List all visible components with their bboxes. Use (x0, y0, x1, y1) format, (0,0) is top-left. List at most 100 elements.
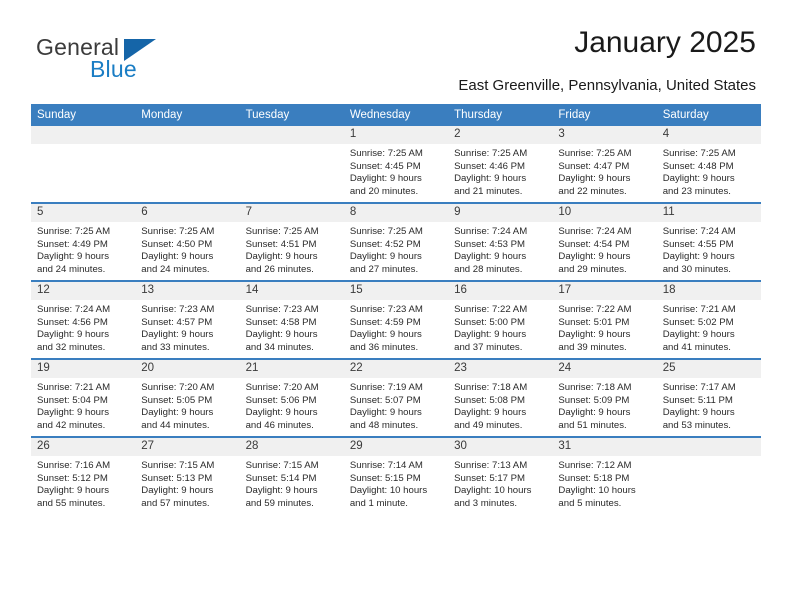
day-number: 22 (343, 361, 449, 378)
sunrise-time: Sunrise: 7:25 AM (662, 148, 736, 159)
calendar-day-cell[interactable]: 3 Sunrise: 7:25 AM Sunset: 4:47 PM Daylight… (552, 126, 657, 203)
daylight-duration-line2: and 27 minutes. (349, 263, 419, 275)
daylight-duration-line1: Daylight: 9 hours (37, 407, 109, 419)
day-details: Sunrise: 7:12 AM Sunset: 5:18 PM Daylight:… (552, 456, 656, 510)
calendar-day-cell-empty (135, 126, 240, 203)
sunrise-time: Sunrise: 7:25 AM (141, 226, 215, 237)
sunrise-time: Sunrise: 7:17 AM (662, 382, 736, 393)
day-details: Sunrise: 7:14 AM Sunset: 5:15 PM Daylight:… (344, 456, 448, 510)
calendar-week-row: 26 Sunrise: 7:16 AM Sunset: 5:12 PM Dayligh… (31, 436, 761, 514)
calendar-day-cell[interactable]: 7 Sunrise: 7:25 AM Sunset: 4:51 PM Daylight… (239, 202, 344, 281)
daylight-duration-line1: Daylight: 10 hours (454, 485, 532, 497)
day-details: Sunrise: 7:25 AM Sunset: 4:52 PM Daylight:… (344, 222, 448, 276)
daylight-duration-line2: and 42 minutes. (37, 419, 106, 431)
daylight-duration-line1: Daylight: 9 hours (37, 485, 109, 497)
calendar-day-cell[interactable]: 18 Sunrise: 7:21 AM Sunset: 5:02 PM Dayligh… (656, 280, 761, 359)
day-number: 5 (31, 205, 136, 222)
day-details: Sunrise: 7:15 AM Sunset: 5:13 PM Daylight:… (135, 456, 239, 510)
day-details: Sunrise: 7:22 AM Sunset: 5:00 PM Daylight:… (448, 300, 552, 354)
day-details: Sunrise: 7:25 AM Sunset: 4:49 PM Daylight:… (31, 222, 135, 276)
calendar-day-cell[interactable]: 16 Sunrise: 7:22 AM Sunset: 5:00 PM Dayligh… (448, 280, 553, 359)
sunrise-time: Sunrise: 7:23 AM (245, 304, 319, 315)
day-number: 27 (135, 439, 240, 456)
calendar-day-cell[interactable]: 8 Sunrise: 7:25 AM Sunset: 4:52 PM Daylight… (343, 202, 449, 281)
day-number: 18 (656, 283, 761, 300)
generalblue-logo[interactable]: General Blue (36, 36, 176, 84)
daylight-duration-line2: and 22 minutes. (558, 185, 627, 197)
sunset-time: Sunset: 5:01 PM (558, 316, 630, 328)
day-details: Sunrise: 7:23 AM Sunset: 4:59 PM Daylight:… (344, 300, 448, 354)
daylight-duration-line2: and 30 minutes. (662, 263, 731, 275)
calendar-day-cell[interactable]: 15 Sunrise: 7:23 AM Sunset: 4:59 PM Dayligh… (343, 280, 449, 359)
day-number: 24 (552, 361, 657, 378)
calendar-day-cell[interactable]: 29 Sunrise: 7:14 AM Sunset: 5:15 PM Dayligh… (343, 436, 449, 514)
sunset-time: Sunset: 5:18 PM (558, 472, 630, 484)
calendar-day-cell-empty (656, 436, 761, 514)
day-number: 9 (448, 205, 553, 222)
day-details: Sunrise: 7:16 AM Sunset: 5:12 PM Daylight:… (31, 456, 135, 510)
calendar-page: General Blue January 2025 East Greenvill… (0, 0, 792, 612)
daylight-duration-line1: Daylight: 9 hours (558, 407, 631, 419)
calendar-day-cell[interactable]: 4 Sunrise: 7:25 AM Sunset: 4:48 PM Daylight… (656, 126, 761, 203)
sunset-time: Sunset: 5:07 PM (349, 394, 421, 406)
daylight-duration-line1: Daylight: 10 hours (558, 485, 636, 497)
sunset-time: Sunset: 5:08 PM (454, 394, 526, 406)
day-number: 3 (552, 126, 657, 144)
calendar-day-cell[interactable]: 21 Sunrise: 7:20 AM Sunset: 5:06 PM Dayligh… (239, 358, 344, 437)
calendar-day-cell[interactable]: 1 Sunrise: 7:25 AM Sunset: 4:45 PM Daylight… (343, 126, 449, 203)
calendar-week-row: 1 Sunrise: 7:25 AM Sunset: 4:45 PM Daylight… (31, 126, 761, 203)
calendar-day-cell[interactable]: 19 Sunrise: 7:21 AM Sunset: 5:04 PM Dayligh… (31, 358, 136, 437)
day-number: 13 (135, 283, 240, 300)
sunset-time: Sunset: 4:57 PM (141, 316, 213, 328)
daylight-duration-line1: Daylight: 9 hours (662, 329, 735, 341)
calendar-day-cell[interactable]: 13 Sunrise: 7:23 AM Sunset: 4:57 PM Dayligh… (135, 280, 240, 359)
day-number: 11 (656, 205, 761, 222)
sunrise-time: Sunrise: 7:15 AM (245, 460, 319, 471)
day-number: 30 (448, 439, 553, 456)
calendar-day-cell[interactable]: 26 Sunrise: 7:16 AM Sunset: 5:12 PM Dayligh… (31, 436, 136, 514)
daylight-duration-line2: and 29 minutes. (558, 263, 627, 275)
sunrise-time: Sunrise: 7:13 AM (454, 460, 528, 471)
calendar-day-cell[interactable]: 14 Sunrise: 7:23 AM Sunset: 4:58 PM Dayligh… (239, 280, 344, 359)
day-details: Sunrise: 7:25 AM Sunset: 4:47 PM Daylight:… (552, 144, 656, 198)
sunset-time: Sunset: 4:46 PM (454, 160, 526, 172)
sunrise-time: Sunrise: 7:22 AM (558, 304, 632, 315)
calendar-day-cell[interactable]: 12 Sunrise: 7:24 AM Sunset: 4:56 PM Dayligh… (31, 280, 136, 359)
daylight-duration-line1: Daylight: 10 hours (349, 485, 428, 497)
day-details: Sunrise: 7:25 AM Sunset: 4:48 PM Daylight:… (657, 144, 761, 198)
calendar-day-cell[interactable]: 6 Sunrise: 7:25 AM Sunset: 4:50 PM Daylight… (135, 202, 240, 281)
daylight-duration-line1: Daylight: 9 hours (662, 407, 735, 419)
calendar-day-cell[interactable]: 27 Sunrise: 7:15 AM Sunset: 5:13 PM Dayligh… (135, 436, 240, 514)
calendar-day-cell[interactable]: 25 Sunrise: 7:17 AM Sunset: 5:11 PM Dayligh… (656, 358, 761, 437)
calendar-day-cell[interactable]: 22 Sunrise: 7:19 AM Sunset: 5:07 PM Dayligh… (343, 358, 449, 437)
page-title: January 2025 (574, 26, 756, 59)
daylight-duration-line2: and 5 minutes. (558, 497, 622, 509)
calendar-day-cell[interactable]: 10 Sunrise: 7:24 AM Sunset: 4:54 PM Dayligh… (552, 202, 657, 281)
calendar-day-cell[interactable]: 30 Sunrise: 7:13 AM Sunset: 5:17 PM Dayligh… (448, 436, 553, 514)
day-details: Sunrise: 7:20 AM Sunset: 5:06 PM Daylight:… (240, 378, 344, 432)
daylight-duration-line2: and 26 minutes. (245, 263, 314, 275)
day-details: Sunrise: 7:17 AM Sunset: 5:11 PM Daylight:… (657, 378, 761, 432)
sunset-time: Sunset: 5:14 PM (245, 472, 317, 484)
daylight-duration-line2: and 44 minutes. (141, 419, 210, 431)
daylight-duration-line2: and 34 minutes. (245, 341, 314, 353)
calendar-day-cell[interactable]: 31 Sunrise: 7:12 AM Sunset: 5:18 PM Dayligh… (552, 436, 657, 514)
calendar-day-cell[interactable]: 11 Sunrise: 7:24 AM Sunset: 4:55 PM Dayligh… (656, 202, 761, 281)
day-number: 28 (239, 439, 344, 456)
daylight-duration-line1: Daylight: 9 hours (245, 251, 318, 263)
sunset-time: Sunset: 4:55 PM (662, 238, 734, 250)
daylight-duration-line1: Daylight: 9 hours (349, 173, 422, 185)
calendar-day-cell[interactable]: 17 Sunrise: 7:22 AM Sunset: 5:01 PM Dayligh… (552, 280, 657, 359)
calendar-day-cell[interactable]: 9 Sunrise: 7:24 AM Sunset: 4:53 PM Daylight… (448, 202, 553, 281)
day-details: Sunrise: 7:25 AM Sunset: 4:46 PM Daylight:… (448, 144, 552, 198)
page-header: General Blue January 2025 East Greenvill… (0, 0, 792, 100)
calendar-day-cell[interactable]: 28 Sunrise: 7:15 AM Sunset: 5:14 PM Dayligh… (239, 436, 344, 514)
calendar-day-cell[interactable]: 2 Sunrise: 7:25 AM Sunset: 4:46 PM Daylight… (448, 126, 553, 203)
calendar-day-cell[interactable]: 23 Sunrise: 7:18 AM Sunset: 5:08 PM Dayligh… (448, 358, 553, 437)
sunrise-time: Sunrise: 7:24 AM (662, 226, 736, 237)
calendar-day-cell[interactable]: 24 Sunrise: 7:18 AM Sunset: 5:09 PM Dayligh… (552, 358, 657, 437)
calendar-day-cell[interactable]: 5 Sunrise: 7:25 AM Sunset: 4:49 PM Daylight… (31, 202, 136, 281)
sunset-time: Sunset: 5:11 PM (662, 394, 733, 406)
calendar-day-cell[interactable]: 20 Sunrise: 7:20 AM Sunset: 5:05 PM Dayligh… (135, 358, 240, 437)
sunrise-time: Sunrise: 7:25 AM (349, 148, 423, 159)
